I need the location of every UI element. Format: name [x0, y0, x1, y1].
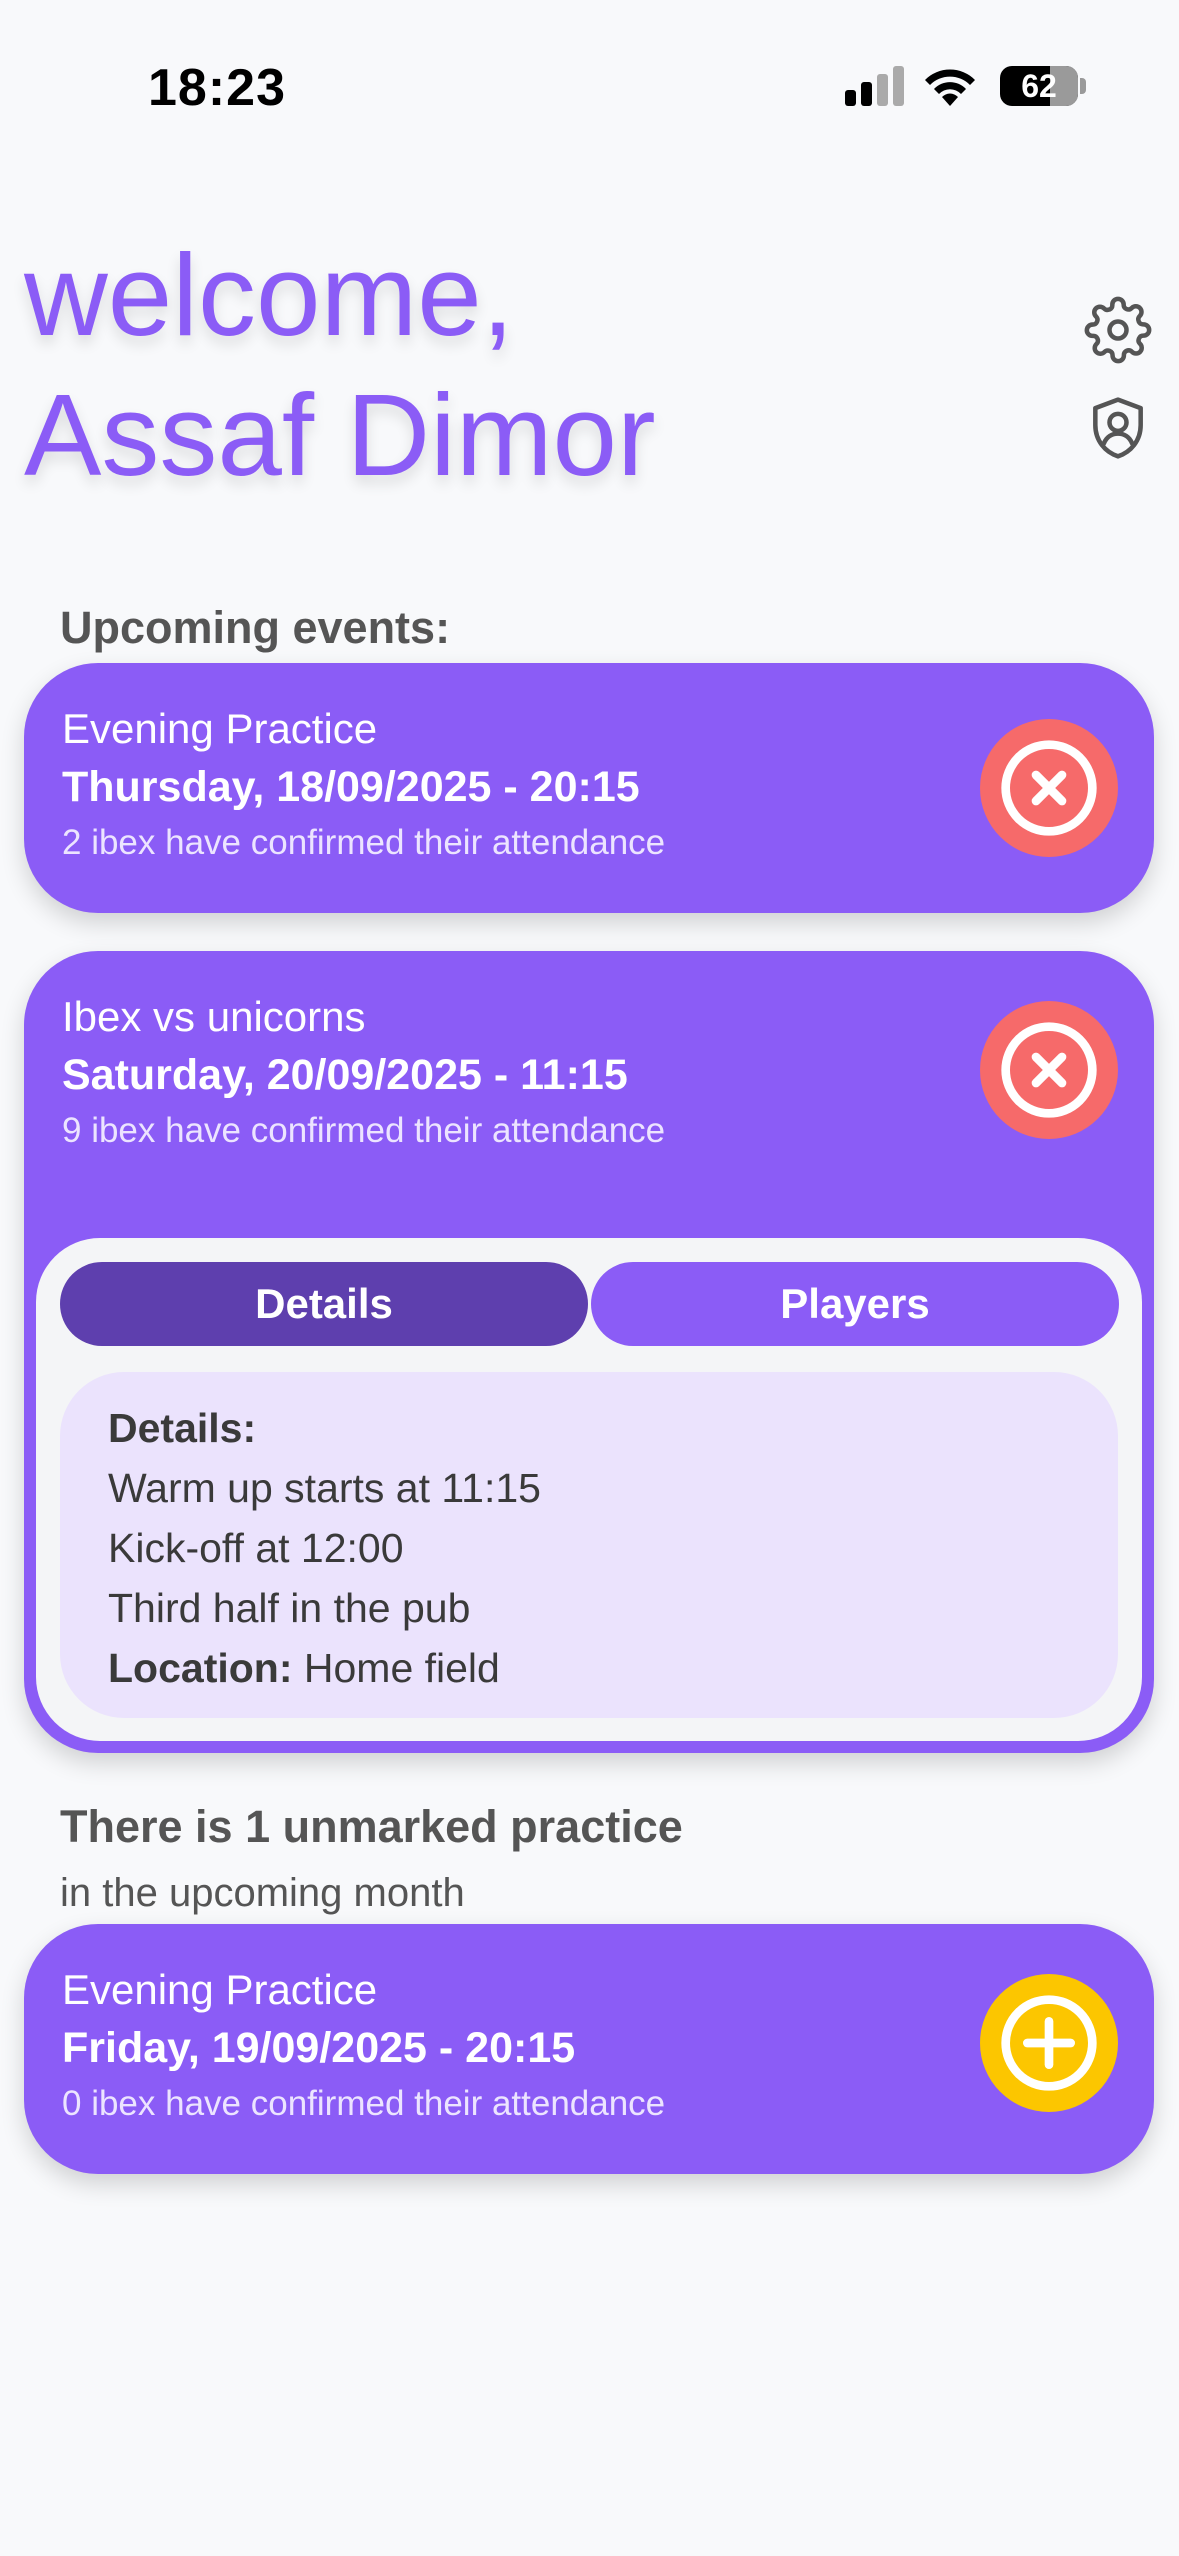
battery-level: 62 — [1021, 68, 1057, 104]
details-line: Third half in the pub — [108, 1585, 471, 1631]
event-title: Evening Practice — [62, 705, 378, 752]
event-title: Ibex vs unicorns — [62, 993, 366, 1040]
details-line: Kick-off at 12:00 — [108, 1525, 404, 1571]
cancel-attendance-button[interactable] — [980, 1001, 1118, 1139]
confirm-attendance-button[interactable] — [980, 1974, 1118, 2112]
upcoming-events-label: Upcoming events: — [60, 602, 451, 653]
event-date: Thursday, 18/09/2025 - 20:15 — [62, 763, 640, 811]
event-card[interactable]: Evening Practice Friday, 19/09/2025 - 20… — [24, 1924, 1154, 2174]
cancel-attendance-button[interactable] — [980, 719, 1118, 857]
event-title: Evening Practice — [62, 1966, 378, 2013]
event-date: Friday, 19/09/2025 - 20:15 — [62, 2024, 576, 2072]
details-heading: Details: — [108, 1405, 257, 1451]
location-value: Home field — [292, 1645, 500, 1691]
details-location: Location: Home field — [108, 1638, 1070, 1698]
event-card-expanded[interactable]: Ibex vs unicorns Saturday, 20/09/2025 - … — [24, 951, 1154, 1753]
details-line: Warm up starts at 11:15 — [108, 1465, 541, 1511]
tab-players[interactable]: Players — [591, 1262, 1119, 1346]
cancel-x-icon — [1001, 1022, 1097, 1118]
signal-icon — [845, 66, 905, 106]
status-bar: 18:23 62 — [0, 0, 1179, 170]
admin-shield-icon[interactable] — [1084, 394, 1152, 462]
status-time: 18:23 — [148, 59, 286, 117]
event-details-panel: Details Players Details: Warm up starts … — [36, 1238, 1142, 1741]
location-label: Location: — [108, 1645, 293, 1691]
event-attendance: 2 ibex have confirmed their attendance — [62, 823, 666, 862]
event-card[interactable]: Evening Practice Thursday, 18/09/2025 - … — [24, 663, 1154, 913]
settings-gear-icon[interactable] — [1084, 296, 1152, 364]
unmarked-practice-label: There is 1 unmarked practice — [60, 1801, 683, 1852]
event-attendance: 9 ibex have confirmed their attendance — [62, 1111, 666, 1150]
wifi-icon — [922, 62, 978, 108]
details-content: Details: Warm up starts at 11:15 Kick-of… — [60, 1372, 1118, 1718]
event-attendance: 0 ibex have confirmed their attendance — [62, 2084, 666, 2123]
welcome-heading: welcome, Assaf Dimor — [24, 225, 656, 505]
unmarked-practice-sublabel: in the upcoming month — [60, 1871, 465, 1915]
user-name: Assaf Dimor — [24, 370, 656, 500]
cancel-x-icon — [1001, 740, 1097, 836]
add-plus-icon — [1001, 1995, 1097, 2091]
battery-icon: 62 — [1000, 66, 1078, 106]
event-date: Saturday, 20/09/2025 - 11:15 — [62, 1051, 628, 1099]
tab-details[interactable]: Details — [60, 1262, 588, 1346]
battery-cap — [1080, 78, 1086, 94]
greeting-text: welcome, — [24, 230, 514, 360]
